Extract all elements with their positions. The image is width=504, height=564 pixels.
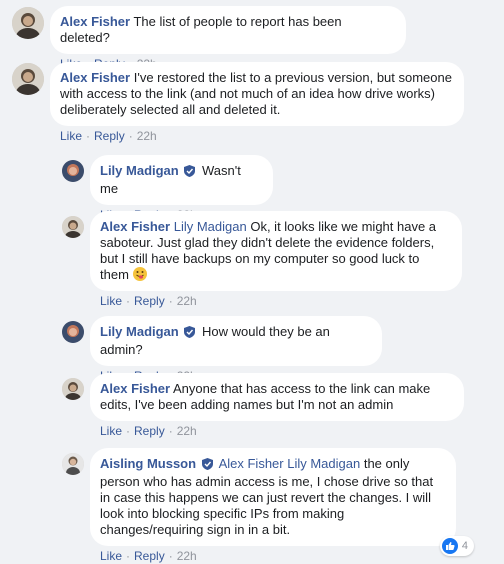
separator: · [168, 549, 173, 563]
reply-link[interactable]: Reply [94, 129, 125, 143]
comment-item: Alex Fisher I've restored the list to a … [12, 62, 464, 143]
comment-body: Alex Fisher I've restored the list to a … [50, 62, 464, 143]
comment-bubble: Lily Madigan Wasn't me [90, 155, 273, 205]
shield-admin-icon [201, 458, 213, 474]
comment-body: Alex Fisher Anyone that has access to th… [90, 373, 464, 438]
comment-author[interactable]: Alex Fisher [100, 381, 170, 396]
reaction-summary[interactable]: 4 [439, 536, 474, 556]
comment-author[interactable]: Alex Fisher [60, 70, 130, 85]
comment-mention[interactable]: Alex Fisher Lily Madigan [219, 456, 361, 471]
separator: · [86, 129, 91, 143]
reply-link[interactable]: Reply [134, 424, 165, 438]
comment-actions: Like ·Reply· 22h [50, 129, 464, 143]
like-link[interactable]: Like [100, 549, 122, 563]
separator: · [126, 424, 131, 438]
avatar[interactable] [62, 160, 84, 182]
comment-bubble: Alex Fisher The list of people to report… [50, 6, 406, 54]
avatar[interactable] [62, 453, 84, 475]
shield-admin-icon [184, 165, 196, 181]
reaction-count: 4 [461, 540, 468, 552]
separator: · [168, 424, 173, 438]
reply-item: Aisling Musson Alex Fisher Lily Madigan … [62, 448, 474, 563]
comment-author[interactable]: Alex Fisher [100, 219, 170, 234]
comment-bubble: Aisling Musson Alex Fisher Lily Madigan … [90, 448, 474, 556]
comment-mention[interactable]: Lily Madigan [174, 219, 247, 234]
comment-bubble: Alex Fisher I've restored the list to a … [50, 62, 464, 126]
avatar[interactable] [62, 216, 84, 238]
comment-author[interactable]: Alex Fisher [60, 14, 130, 29]
comment-author[interactable]: Lily Madigan [100, 163, 179, 178]
comment-timestamp[interactable]: 22h [177, 549, 197, 563]
comment-timestamp[interactable]: 22h [177, 424, 197, 438]
reply-item: Alex Fisher Anyone that has access to th… [62, 373, 464, 438]
avatar[interactable] [62, 321, 84, 343]
reply-link[interactable]: Reply [134, 549, 165, 563]
avatar[interactable] [12, 7, 44, 39]
comment-timestamp[interactable]: 22h [177, 294, 197, 308]
separator: · [126, 549, 131, 563]
reply-link[interactable]: Reply [134, 294, 165, 308]
comment-actions: Like ·Reply· 22h [90, 549, 456, 563]
avatar[interactable] [12, 63, 44, 95]
comment-author[interactable]: Lily Madigan [100, 324, 179, 339]
like-thumb-icon [441, 538, 458, 554]
comment-author[interactable]: Aisling Musson [100, 456, 196, 471]
shield-admin-icon [184, 326, 196, 342]
comment-body: Alex Fisher Lily Madigan Ok, it looks li… [90, 211, 462, 308]
comment-body: Aisling Musson Alex Fisher Lily Madigan … [90, 448, 474, 563]
comment-bubble: Lily Madigan How would they be an admin? [90, 316, 382, 366]
separator: · [126, 294, 131, 308]
comment-actions: Like ·Reply· 22h [90, 424, 464, 438]
avatar[interactable] [62, 378, 84, 400]
comment-bubble: Alex Fisher Lily Madigan Ok, it looks li… [90, 211, 462, 291]
reply-item: Alex Fisher Lily Madigan Ok, it looks li… [62, 211, 462, 308]
comment-bubble: Alex Fisher Anyone that has access to th… [90, 373, 464, 421]
separator: · [128, 129, 133, 143]
like-link[interactable]: Like [60, 129, 82, 143]
comment-actions: Like ·Reply· 22h [90, 294, 462, 308]
tongue-out-emoji [132, 267, 147, 281]
comment-timestamp[interactable]: 22h [137, 129, 157, 143]
like-link[interactable]: Like [100, 424, 122, 438]
like-link[interactable]: Like [100, 294, 122, 308]
separator: · [168, 294, 173, 308]
